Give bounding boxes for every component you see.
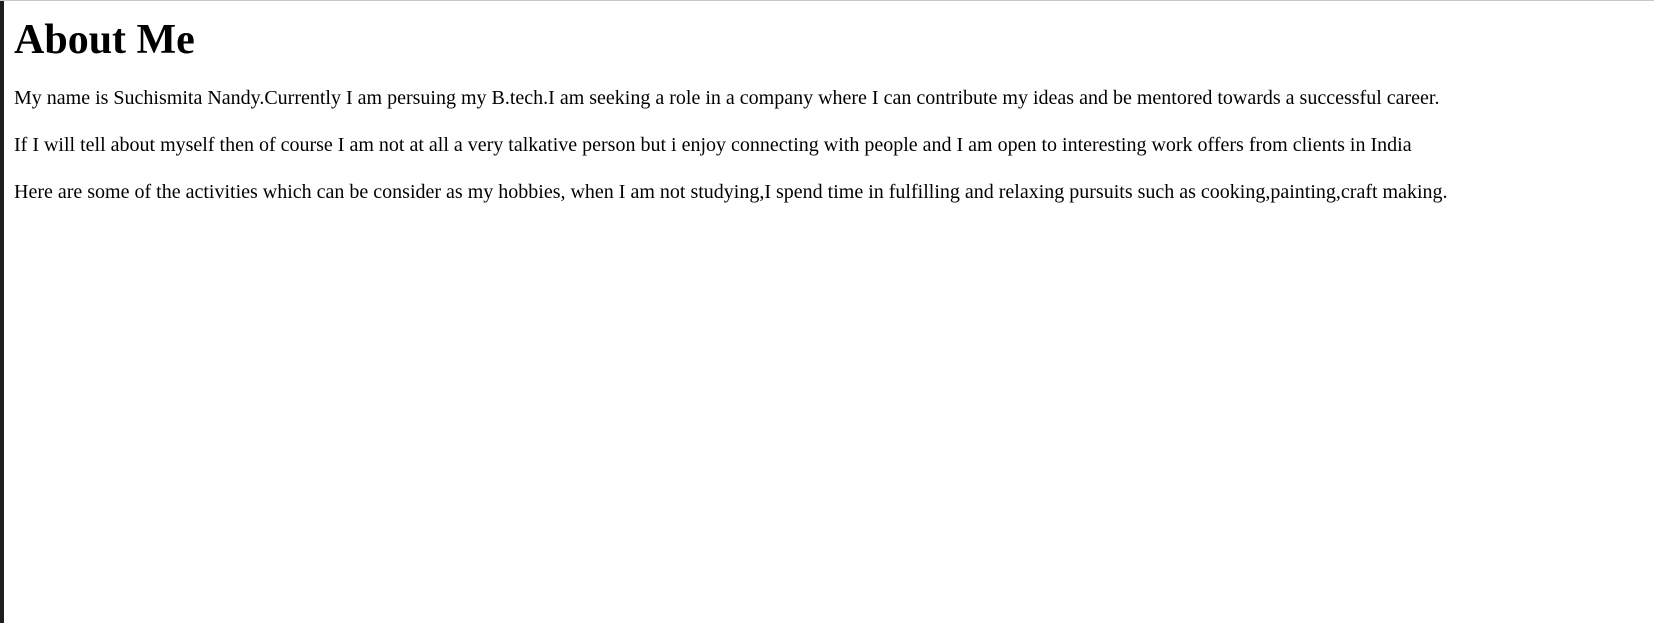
page-title: About Me (14, 17, 195, 63)
window-left-edge (0, 1, 4, 623)
intro-paragraph: My name is Suchismita Nandy.Currently I … (14, 87, 1440, 109)
personality-paragraph: If I will tell about myself then of cour… (14, 134, 1412, 156)
hobbies-paragraph: Here are some of the activities which ca… (14, 181, 1448, 203)
browser-viewport: About Me My name is Suchismita Nandy.Cur… (0, 0, 1654, 623)
about-section: About Me My name is Suchismita Nandy.Cur… (14, 1, 1654, 204)
